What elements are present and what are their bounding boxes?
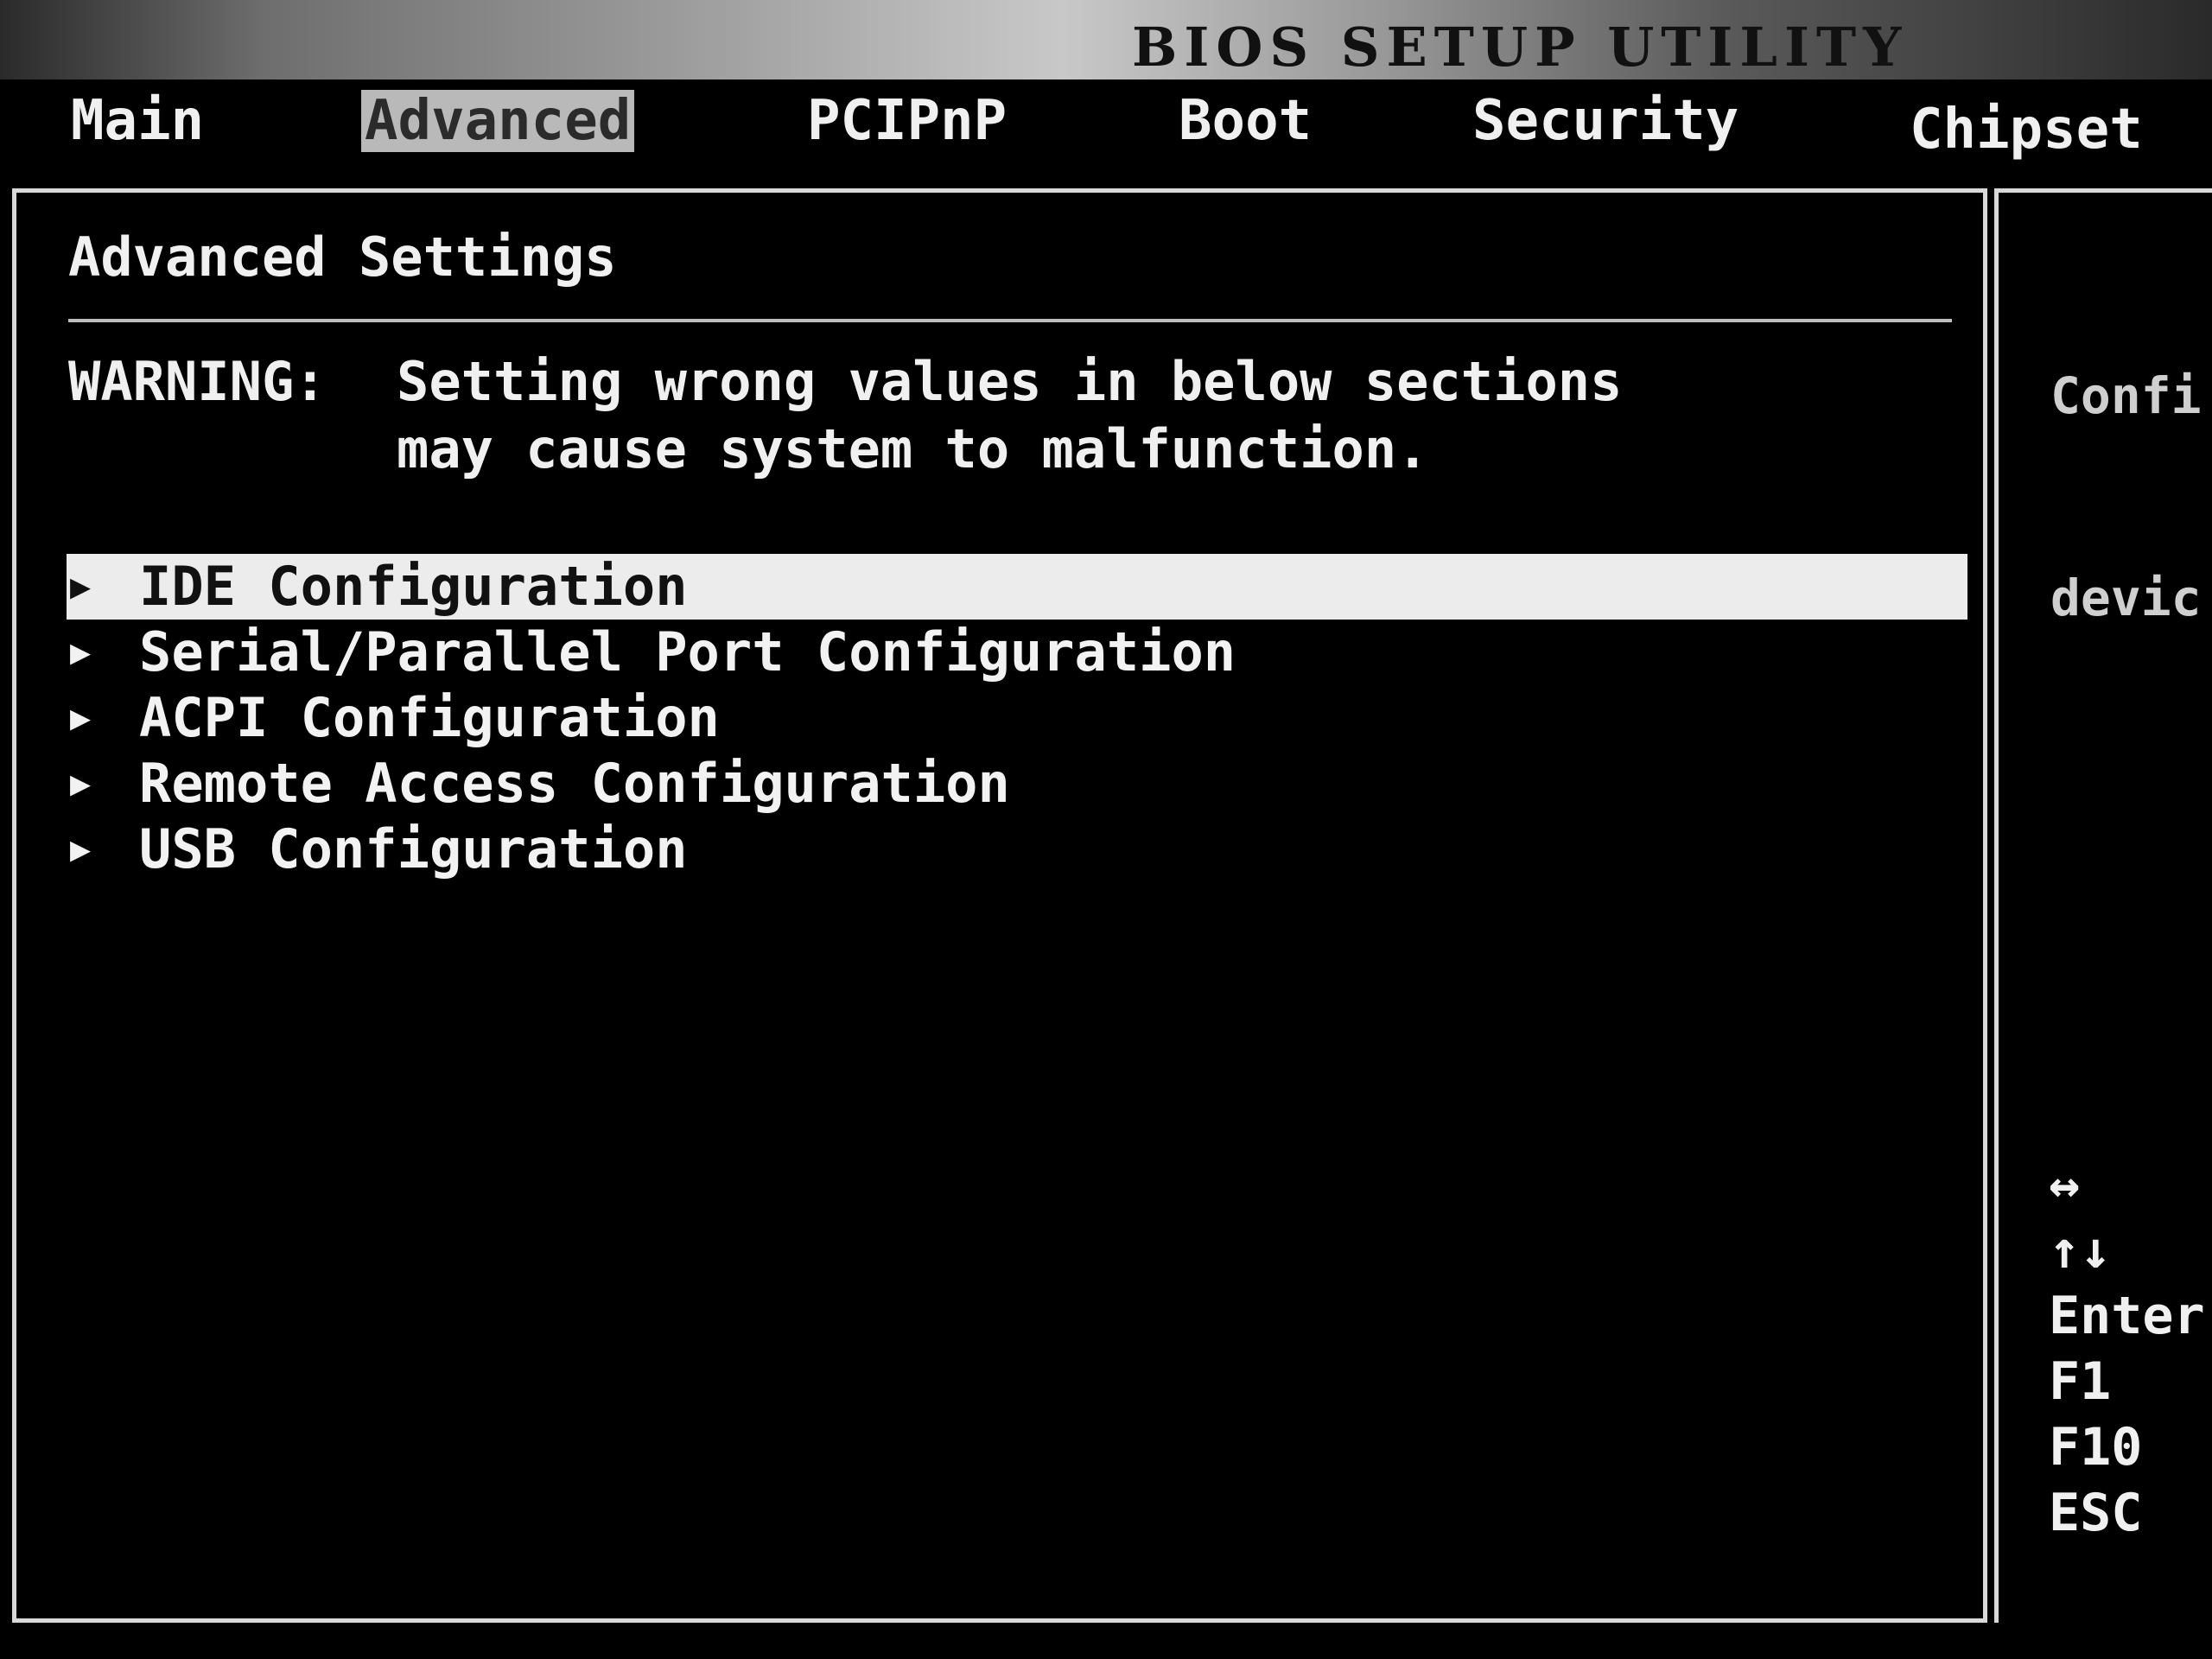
submenu-arrow-icon: ▶: [70, 567, 92, 607]
tab-security[interactable]: Security: [1469, 90, 1742, 152]
settings-panel: Advanced Settings WARNING: Setting wrong …: [12, 188, 1987, 1623]
window-title: BIOS SETUP UTILITY: [1132, 16, 1909, 79]
divider: [68, 319, 1952, 322]
menu-item-label: Remote Access Configuration: [139, 752, 1010, 815]
title-bar: BIOS SETUP UTILITY: [0, 0, 2212, 79]
submenu-arrow-icon: ▶: [70, 830, 92, 869]
menu-item-ide-configuration[interactable]: ▶ IDE Configuration: [67, 554, 1967, 620]
menu-item-acpi-configuration[interactable]: ▶ ACPI Configuration: [67, 685, 1967, 751]
key-up-down: ↑↓: [2049, 1220, 2112, 1281]
menu-item-label: Serial/Parallel Port Configuration: [139, 620, 1236, 683]
menu-item-serial-parallel-port-configuration[interactable]: ▶ Serial/Parallel Port Configuration: [67, 620, 1967, 685]
key-f1: F1: [2049, 1351, 2112, 1412]
warning-label: WARNING:: [68, 350, 327, 413]
key-f10: F10: [2049, 1417, 2143, 1478]
key-esc: ESC: [2049, 1483, 2143, 1543]
tab-pcipnp[interactable]: PCIPnP: [804, 90, 1010, 152]
submenu-arrow-icon: ▶: [70, 698, 92, 738]
submenu-arrow-icon: ▶: [70, 632, 92, 672]
help-description: Confi devic: [2050, 227, 2202, 766]
tab-main[interactable]: Main: [67, 90, 207, 152]
menu-item-label: ACPI Configuration: [139, 686, 720, 749]
menu-item-remote-access-configuration[interactable]: ▶ Remote Access Configuration: [67, 751, 1967, 817]
key-left-right: ↔: [2049, 1154, 2081, 1215]
warning-line-1: Setting wrong values in below sections: [397, 350, 1623, 413]
warning-message: WARNING: Setting wrong values in below se…: [68, 348, 1622, 483]
menu-item-label: USB Configuration: [139, 817, 688, 880]
warning-line-2: may cause system to malfunction.: [397, 417, 1429, 480]
config-menu-list: ▶ IDE Configuration ▶ Serial/Parallel Port…: [67, 554, 1967, 882]
key-enter: Enter: [2049, 1286, 2205, 1346]
help-line-2: devic: [2050, 569, 2202, 627]
key-legend: ↔ ↑↓ Enter F1 F10 ESC: [2049, 1152, 2205, 1546]
help-line-1: Confi: [2050, 366, 2202, 425]
menu-bar: Main Advanced PCIPnP Boot Security Chips…: [0, 79, 2212, 181]
menu-item-label: IDE Configuration: [139, 555, 688, 618]
menu-item-usb-configuration[interactable]: ▶ USB Configuration: [67, 817, 1967, 882]
tab-chipset[interactable]: Chipset: [1906, 99, 2146, 161]
tab-advanced[interactable]: Advanced: [361, 90, 635, 152]
help-panel: Confi devic ↔ ↑↓ Enter F1 F10 ESC: [1994, 188, 2212, 1623]
page-title: Advanced Settings: [68, 226, 617, 289]
tab-boot[interactable]: Boot: [1175, 90, 1315, 152]
submenu-arrow-icon: ▶: [70, 764, 92, 804]
